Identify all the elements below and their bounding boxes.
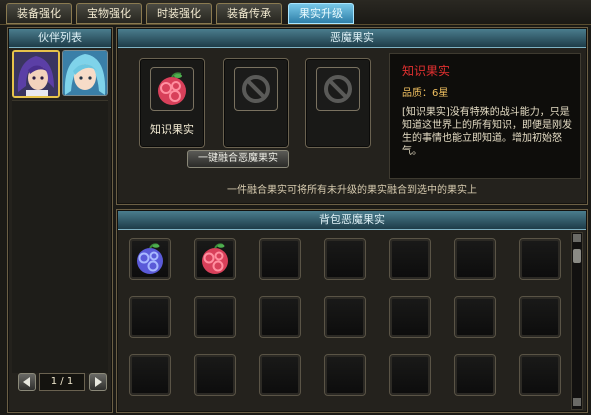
devil-fruit-panel: 恶魔果实 知识果实 一键融合恶魔果实 知识果实 品质：6星 [知识果实]没有特殊…	[116, 27, 588, 205]
bag-slot[interactable]	[389, 238, 431, 280]
bag-slot[interactable]	[259, 296, 301, 338]
bag-slot[interactable]	[519, 238, 561, 280]
blue-hair-portrait-icon	[63, 51, 107, 95]
fruit-info-name: 知识果实	[402, 64, 451, 78]
bag-slot[interactable]	[519, 354, 561, 396]
prev-page-button[interactable]	[18, 373, 36, 391]
partner-list-title: 伙伴列表	[9, 29, 111, 48]
bag-scrollbar[interactable]	[571, 232, 583, 410]
bag-panel: 背包恶魔果实	[116, 209, 588, 413]
bag-slot[interactable]	[454, 238, 496, 280]
bag-slot[interactable]	[324, 238, 366, 280]
scroll-thumb[interactable]	[573, 249, 581, 263]
bag-slot[interactable]	[389, 354, 431, 396]
quality-value: 6星	[432, 88, 449, 99]
partner-avatar-2[interactable]	[62, 50, 108, 96]
merge-all-button[interactable]: 一键融合恶魔果实	[187, 150, 289, 168]
forbidden-icon	[242, 75, 270, 103]
fruit-slot-frame	[316, 67, 360, 111]
fruit-slot-empty-1[interactable]	[223, 58, 289, 148]
arrow-right-icon	[95, 377, 102, 387]
partner-list-panel: 伙伴列表 1 / 1	[7, 27, 113, 413]
purple-hair-portrait-icon	[14, 52, 58, 96]
bag-slot[interactable]	[194, 238, 236, 280]
tab-equip-inherit[interactable]: 装备传承	[216, 3, 282, 24]
fruit-slot-frame	[234, 67, 278, 111]
bag-slot[interactable]	[324, 354, 366, 396]
scroll-up-arrow[interactable]	[573, 234, 581, 242]
next-page-button[interactable]	[89, 373, 107, 391]
bag-slot[interactable]	[259, 238, 301, 280]
bag-slot[interactable]	[129, 238, 171, 280]
bag-slot[interactable]	[129, 354, 171, 396]
bag-slot[interactable]	[194, 354, 236, 396]
red-swirl-fruit-icon	[158, 72, 186, 105]
bag-slot[interactable]	[324, 296, 366, 338]
merge-hint: 一件融合果实可将所有未升级的果实融合到选中的果实上	[227, 185, 477, 196]
bag-grid	[117, 210, 587, 412]
bag-slot[interactable]	[129, 296, 171, 338]
bag-slot[interactable]	[389, 296, 431, 338]
red-swirl-fruit-icon	[202, 243, 228, 274]
blue-swirl-fruit-icon	[137, 243, 163, 274]
selected-fruit-label: 知识果实	[150, 123, 194, 136]
scroll-down-arrow[interactable]	[573, 398, 581, 406]
tab-equip-enhance[interactable]: 装备强化	[6, 3, 72, 24]
tab-fruit-upgrade[interactable]: 果实升级	[288, 3, 354, 24]
tab-treasure-enhance[interactable]: 宝物强化	[76, 3, 142, 24]
forbidden-icon	[324, 75, 352, 103]
bag-slot[interactable]	[519, 296, 561, 338]
quality-label: 品质：	[402, 88, 432, 99]
fruit-slot-selected[interactable]: 知识果实	[139, 58, 205, 148]
tab-fashion-enhance[interactable]: 时装强化	[146, 3, 212, 24]
arrow-left-icon	[23, 377, 30, 387]
bag-slot[interactable]	[454, 354, 496, 396]
partner-avatar-1[interactable]	[12, 50, 60, 98]
partner-list-area	[12, 100, 108, 373]
bag-slot[interactable]	[194, 296, 236, 338]
bag-slot[interactable]	[454, 296, 496, 338]
page-indicator: 1 / 1	[39, 373, 85, 391]
fruit-slot-empty-2[interactable]	[305, 58, 371, 148]
fruit-description: [知识果实]没有特殊的战斗能力，只是知道这世界上的所有知识，即便是刚发生的事情也…	[402, 107, 572, 157]
fruit-slot-frame	[150, 67, 194, 111]
bag-slot[interactable]	[259, 354, 301, 396]
fruit-quality: 品质：6星	[402, 84, 448, 99]
devil-fruit-title: 恶魔果实	[118, 29, 586, 48]
fruit-info-box: 知识果实 品质：6星 [知识果实]没有特殊的战斗能力，只是知道这世界上的所有知识…	[389, 53, 581, 179]
